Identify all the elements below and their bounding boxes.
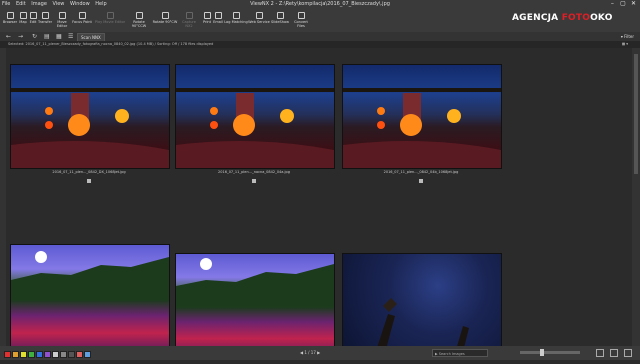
scrollbar-thumb[interactable]	[634, 54, 638, 174]
label-swatch[interactable]	[4, 351, 11, 358]
fit-view-icon[interactable]	[596, 349, 604, 357]
bridge-photo	[343, 88, 501, 168]
rotate-ccw-icon	[135, 12, 143, 19]
close-button[interactable]: ✕	[629, 0, 638, 8]
grid-view-icon[interactable]: ▦	[56, 32, 62, 41]
window-controls: – ▢ ✕	[608, 0, 638, 8]
thumbnail-image[interactable]	[175, 64, 335, 169]
bridge-photo	[176, 88, 334, 168]
thumbnail-item[interactable]	[342, 253, 502, 346]
convert-files-icon	[297, 12, 305, 19]
thumbnail-image[interactable]	[10, 64, 170, 169]
back-arrow-icon[interactable]: ←	[6, 32, 11, 41]
thumbnail-image[interactable]	[342, 64, 502, 169]
selection-status: Selected: 2016_07_11_plener_Bieszczady_f…	[8, 42, 214, 46]
thumbnail-filename: 2016_07_11_plen..._0842_04b_1068jet.jpg	[383, 170, 459, 174]
transfer-icon	[41, 12, 49, 19]
transfer-button[interactable]: Transfer	[38, 10, 52, 30]
minimize-button[interactable]: –	[608, 0, 617, 8]
filter-button[interactable]: ▾ Filter	[621, 32, 634, 41]
label-swatch[interactable]	[28, 351, 35, 358]
thumbnail-filename: 2016_07_11_plen..._0842_DX_1068jet.jpg	[52, 170, 126, 174]
label-swatch[interactable]	[44, 351, 51, 358]
thumbnail-image[interactable]	[175, 253, 335, 346]
map-icon	[19, 12, 27, 19]
label-swatch[interactable]	[20, 351, 27, 358]
play-icon	[106, 12, 114, 19]
print-icon	[203, 12, 211, 19]
grid-size-icon[interactable]	[610, 349, 618, 357]
search-images-input[interactable]: ▶ Search Images	[432, 349, 488, 357]
browser-icon	[6, 12, 14, 19]
thumbnail-size-slider[interactable]	[520, 349, 580, 356]
move-editor-button[interactable]: Move Editor	[52, 10, 72, 30]
edit-icon	[29, 12, 37, 19]
thumbnail-item[interactable]	[175, 253, 335, 346]
label-swatch[interactable]	[68, 351, 75, 358]
slideshow-button[interactable]: SlideShow	[270, 10, 290, 30]
print-button[interactable]: Print	[202, 10, 212, 30]
slideshow-icon	[276, 12, 284, 19]
rotate-cw-icon	[161, 12, 169, 19]
thumbnail-item[interactable]: 2016_07_11_plen..._0842_DX_1068jet.jpg	[10, 64, 170, 189]
page-navigator[interactable]: ◀ 1 / 17 ▶	[300, 346, 320, 360]
thumbnail-filename: 2016_07_11_plen..._nocna_0842_04a.jpg	[218, 170, 290, 174]
thumbnail-item[interactable]: 2016_07_11_plen..._nocna_0842_04a.jpg	[175, 64, 335, 189]
status-bar: Selected: 2016_07_11_plener_Bieszczady_f…	[0, 41, 640, 48]
river-photo	[176, 258, 334, 306]
slider-knob[interactable]	[540, 349, 544, 356]
list-view-icon[interactable]: ☰	[68, 32, 73, 41]
capture-nx2-button[interactable]: Capture NX2	[178, 10, 200, 30]
title-bar: File Edit Image View Window Help ViewNX …	[0, 0, 640, 8]
convert-files-button[interactable]: Convert Files	[290, 10, 312, 30]
browser-button[interactable]: Browser	[2, 10, 18, 30]
color-label-swatches	[4, 350, 92, 364]
forward-arrow-icon[interactable]: →	[18, 32, 23, 41]
focus-point-icon	[78, 12, 86, 19]
label-swatch[interactable]	[52, 351, 59, 358]
email-button[interactable]: Email	[212, 10, 224, 30]
rotate-ccw-button[interactable]: Rotate 90°CCW	[126, 10, 152, 30]
window-title: ViewNX 2 - Z:\Rety\kompilacja\2016_07_Bi…	[250, 1, 390, 7]
label-swatch[interactable]	[36, 351, 43, 358]
agency-logo: AGENCJA FOTOOKO	[512, 13, 613, 23]
map-button[interactable]: Map	[18, 10, 28, 30]
fullscreen-icon[interactable]	[624, 349, 632, 357]
web-service-icon	[255, 12, 263, 19]
thumbnail-image[interactable]	[342, 253, 502, 346]
river-photo	[11, 251, 169, 300]
thumbnail-grid: 2016_07_11_plen..._0842_DX_1068jet.jpg 2…	[6, 48, 632, 346]
bridge-photo	[11, 88, 169, 168]
play-movie-editor-button[interactable]: Play Movie Editor	[94, 10, 126, 30]
status-controls[interactable]: ▦ ▾	[622, 41, 628, 48]
rating-icon	[419, 179, 423, 183]
vertical-scrollbar[interactable]	[632, 48, 640, 346]
web-service-button[interactable]: Web Service	[248, 10, 270, 30]
email-icon	[214, 12, 222, 19]
bottom-toolbar: ◀ 1 / 17 ▶ ▶ Search Images	[0, 346, 640, 360]
thumbnail-image[interactable]	[10, 244, 170, 346]
capture-nx2-icon	[185, 12, 193, 19]
view-mode-icon[interactable]: ▤	[44, 32, 50, 41]
move-editor-icon	[58, 12, 66, 19]
thumbnail-item[interactable]	[10, 244, 170, 346]
navigation-bar: ← → ↻ ▤ ▦ ☰ Scan NNX ▾ Filter	[0, 32, 640, 42]
label-swatch[interactable]	[60, 351, 67, 358]
rotate-cw-button[interactable]: Rotate 90°CW	[152, 10, 178, 30]
label-swatch[interactable]	[12, 351, 19, 358]
rating-icon	[252, 179, 256, 183]
maximize-button[interactable]: ▢	[618, 0, 627, 8]
focus-point-button[interactable]: Focus Point	[72, 10, 92, 30]
refresh-icon[interactable]: ↻	[32, 32, 37, 41]
label-swatch[interactable]	[84, 351, 91, 358]
rating-icon	[87, 179, 91, 183]
night-sky-photo	[377, 298, 469, 346]
edit-button[interactable]: Edit	[28, 10, 38, 30]
log-matching-icon	[232, 12, 240, 19]
log-matching-button[interactable]: Log Matching	[224, 10, 248, 30]
label-swatch[interactable]	[76, 351, 83, 358]
thumbnail-item[interactable]: 2016_07_11_plen..._0842_04b_1068jet.jpg	[342, 64, 502, 189]
